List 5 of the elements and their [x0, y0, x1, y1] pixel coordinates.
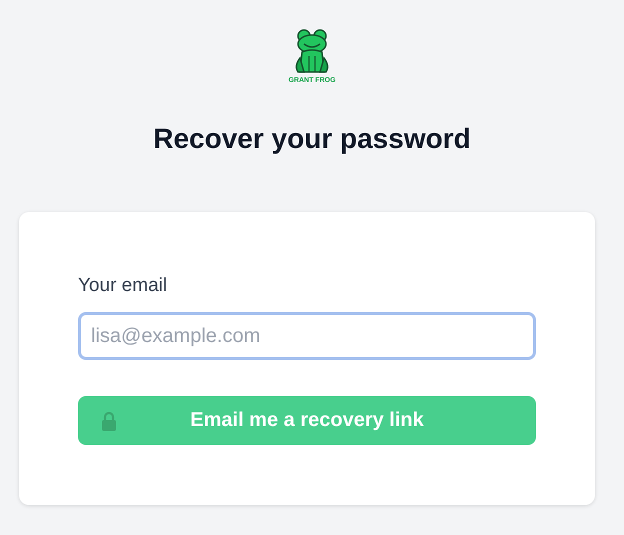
- lock-icon: [101, 411, 117, 431]
- page-title: Recover your password: [153, 122, 471, 156]
- email-label: Your email: [78, 274, 168, 298]
- email-field[interactable]: lisa@example.com: [78, 312, 536, 360]
- recovery-link-button[interactable]: Email me a recovery link: [78, 396, 536, 445]
